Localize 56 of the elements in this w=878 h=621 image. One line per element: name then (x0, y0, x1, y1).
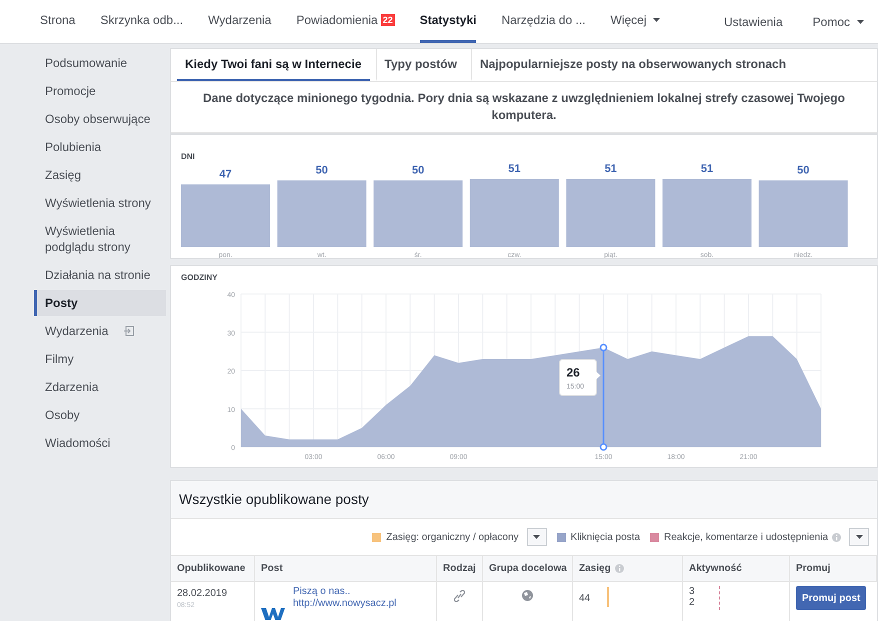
sidebar-item[interactable]: Promocje (34, 78, 166, 104)
sidebar-item[interactable]: Zdarzenia (34, 374, 166, 400)
bar-value: 50 (412, 164, 424, 176)
post-title-link[interactable]: Piszą o nas.. (293, 586, 396, 598)
activity-value: 3 (689, 586, 696, 597)
nav-link[interactable]: Pomoc (812, 0, 864, 43)
chart-tab[interactable]: Typy postów (376, 49, 465, 81)
bar-value: 50 (797, 164, 810, 176)
post-date: 28.02.2019 (177, 588, 228, 600)
nav-link[interactable]: Ustawienia (724, 0, 783, 43)
activity-value: 2 (689, 597, 696, 608)
bar-value: 51 (700, 163, 714, 175)
nav-tab[interactable]: Powiadomienia 22 (296, 0, 395, 43)
promote-post-button[interactable]: Promuj post (796, 586, 866, 610)
section-title: Wszystkie opublikowane posty (171, 481, 877, 519)
post-url-link[interactable]: http://www.nowysacz.pl (293, 598, 396, 610)
legend-label: Zasięg: organiczny / opłacony (386, 530, 519, 544)
nav-tab[interactable]: Skrzynka odb... (100, 0, 184, 43)
chart-tab[interactable]: Najpopularniejsze posty na obserwowanych stronach (470, 49, 794, 81)
column-header[interactable]: Aktywność (683, 556, 790, 581)
chart-title: GODZINY (181, 273, 218, 282)
bar-value: 51 (508, 163, 521, 175)
column-header[interactable]: Post (255, 556, 437, 581)
reach-value: 44 (579, 592, 592, 606)
nav-tab[interactable]: Więcej (610, 0, 660, 43)
nav-tab[interactable]: Narzędzia do ... (501, 0, 586, 43)
sidebar-item[interactable]: Wyświetlenia strony (34, 190, 166, 216)
sidebar-item[interactable]: Posty (34, 290, 166, 316)
bar-value: 50 (316, 164, 328, 176)
column-header[interactable]: Zasięg (573, 556, 683, 581)
sidebar-item[interactable]: Podsumowanie (34, 50, 166, 76)
sidebar-item[interactable]: Wyświetlenia podglądu strony (34, 218, 166, 260)
chart-title: DNI (181, 152, 195, 161)
notification-badge: 22 (380, 14, 395, 26)
tooltip-value: 26 (566, 366, 580, 380)
sidebar-item[interactable]: Osoby (34, 402, 166, 428)
sidebar-item[interactable]: Zasięg (34, 162, 166, 188)
bar-value: 47 (219, 168, 232, 180)
sidebar-item[interactable]: Wiadomości (34, 430, 166, 456)
bar-value: 51 (604, 163, 617, 175)
legend-label: Kliknięcia posta (570, 530, 640, 544)
sidebar-item[interactable]: Filmy (34, 346, 166, 372)
nav-tab[interactable]: Wydarzenia (208, 0, 272, 43)
chart-tab[interactable]: Kiedy Twoi fani są w Internecie (177, 49, 370, 81)
nav-tab[interactable]: Strona (40, 0, 76, 43)
nav-tab[interactable]: Statystyki (420, 0, 476, 43)
sidebar-item[interactable]: Polubienia (34, 134, 166, 160)
info-note: Dane dotyczące minionego tygodnia. Pory dnia są wskazane z uwzględnieniem lokalnej strefy czasowej Twojego komputera. (171, 82, 877, 133)
column-header[interactable]: Grupa docelowa (483, 556, 573, 581)
sidebar-item[interactable]: Działania na stronie (34, 262, 166, 288)
column-header[interactable]: Opublikowane (171, 556, 255, 581)
column-header[interactable]: Rodzaj (437, 556, 483, 581)
column-header[interactable]: Promuj (790, 556, 877, 581)
sidebar-item[interactable]: Osoby obserwujące (34, 106, 166, 132)
sidebar-item[interactable]: Wydarzenia (34, 318, 166, 344)
legend-label: Reakcje, komentarze i udostępnienia (664, 530, 828, 544)
